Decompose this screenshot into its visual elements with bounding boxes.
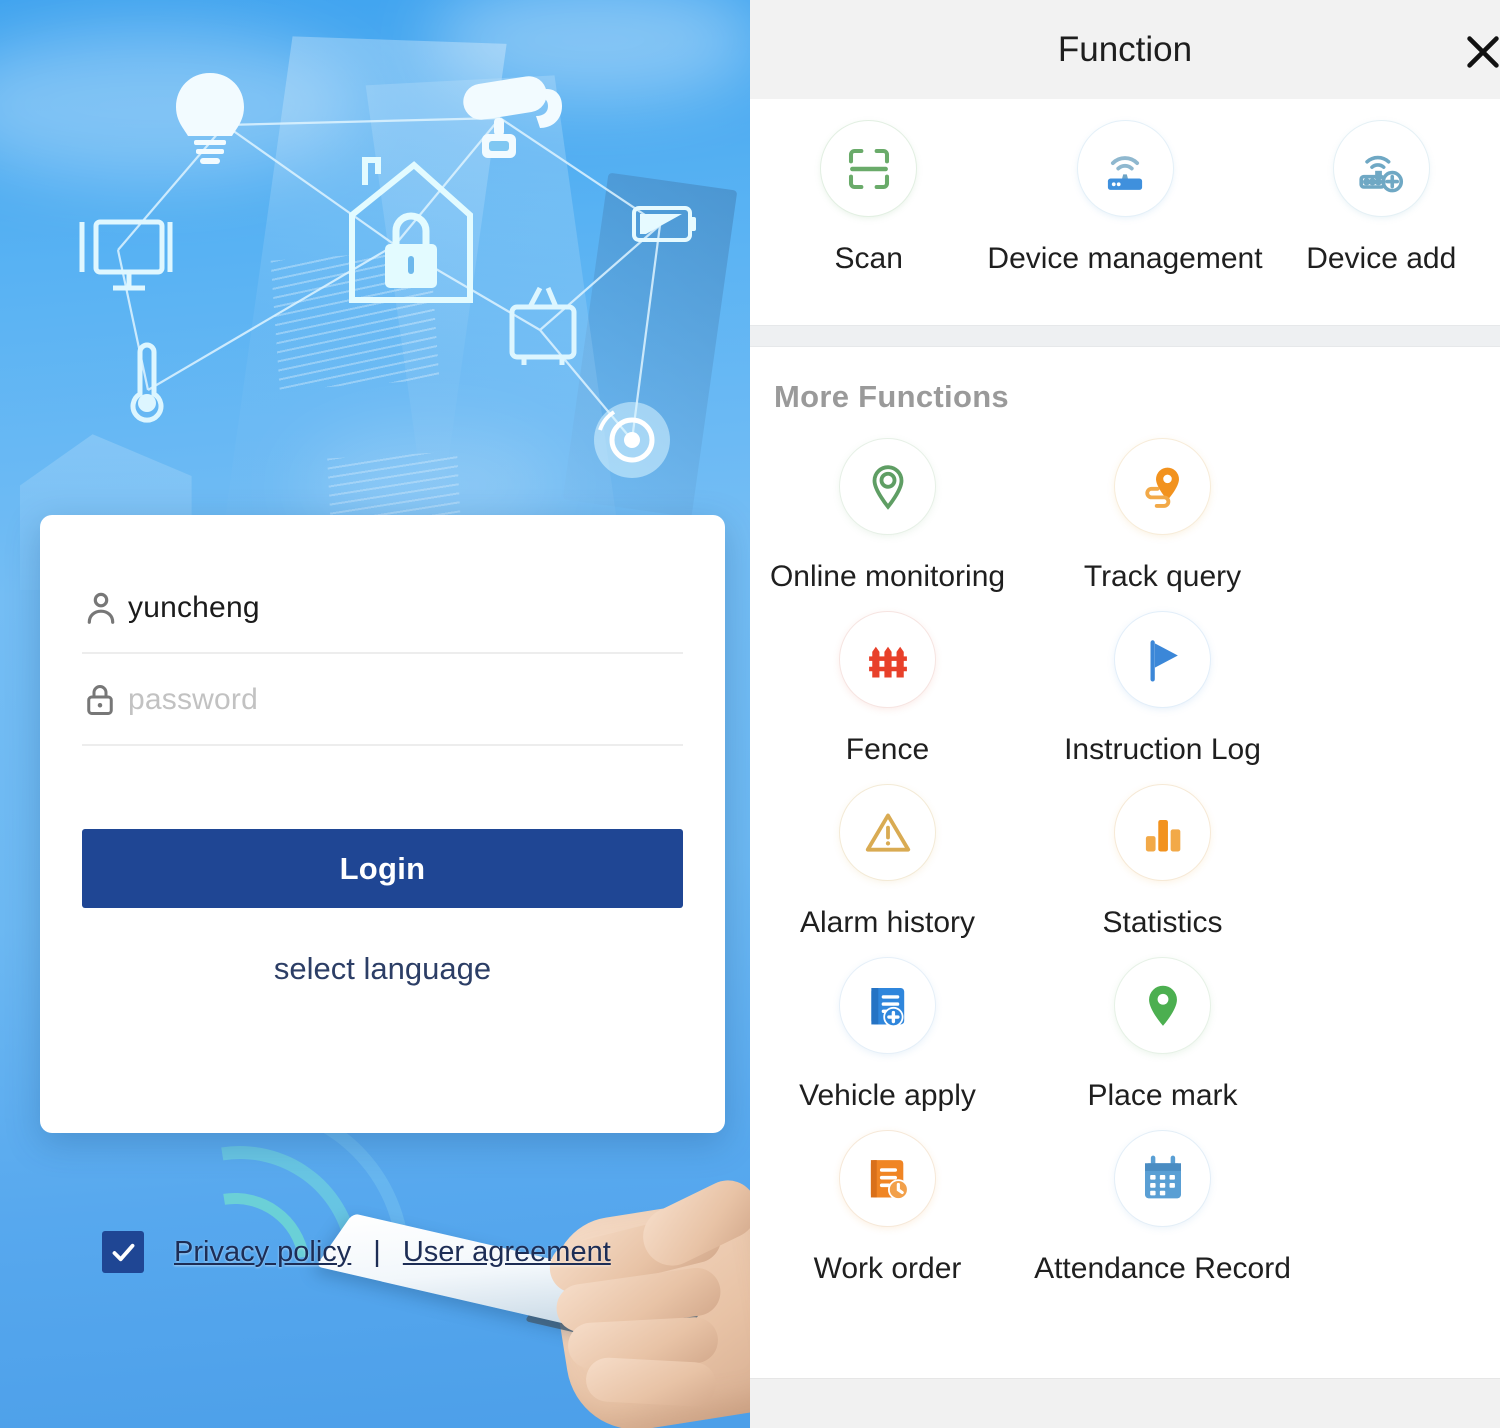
check-icon bbox=[112, 1243, 134, 1261]
work-order-icon bbox=[870, 1159, 909, 1200]
function-item-vehicle-apply[interactable]: Vehicle apply bbox=[750, 958, 1025, 1113]
password-placeholder: password bbox=[128, 683, 258, 716]
bar-chart-icon-circle bbox=[1115, 785, 1210, 880]
map-marker-icon bbox=[1148, 985, 1177, 1026]
flag-icon bbox=[1150, 639, 1178, 681]
username-value: yuncheng bbox=[128, 591, 260, 624]
calendar-icon-circle bbox=[1115, 1131, 1210, 1226]
smart-home-network bbox=[79, 73, 696, 478]
lightbulb-icon bbox=[176, 73, 244, 164]
vehicle-apply-icon bbox=[870, 987, 904, 1027]
agreement-checkbox[interactable] bbox=[102, 1231, 144, 1273]
function-item-work-order[interactable]: Work order bbox=[750, 1131, 1025, 1286]
function-label: Attendance Record bbox=[1034, 1252, 1291, 1285]
link-separator: | bbox=[373, 1235, 381, 1268]
select-language-link[interactable]: select language bbox=[82, 951, 683, 987]
router-wifi-icon bbox=[1107, 155, 1143, 190]
function-item-track-query[interactable]: Track query bbox=[1025, 439, 1300, 594]
location-pin-outline-icon-circle bbox=[840, 439, 935, 534]
function-item-scan[interactable]: Scan bbox=[750, 121, 988, 276]
agreement-row: Privacy policy | User agreement bbox=[102, 1231, 611, 1273]
function-panel: Function Scan Device management Device a… bbox=[750, 0, 1500, 1428]
cctv-camera-icon bbox=[463, 76, 562, 158]
scan-icon bbox=[848, 148, 889, 189]
function-item-statistics[interactable]: Statistics bbox=[1025, 785, 1300, 940]
thermometer-bulb bbox=[138, 394, 156, 412]
warning-triangle-icon bbox=[865, 813, 910, 852]
router-add-icon-circle bbox=[1333, 121, 1429, 216]
flag-icon-circle bbox=[1115, 612, 1210, 707]
function-label: Fence bbox=[845, 733, 930, 766]
vehicle-apply-icon-circle bbox=[840, 958, 935, 1053]
panel-footer-bar bbox=[750, 1378, 1500, 1428]
function-label: Statistics bbox=[1102, 906, 1223, 939]
function-label: Alarm history bbox=[799, 906, 976, 939]
more-functions-heading: More Functions bbox=[774, 379, 1009, 414]
fence-icon-circle bbox=[840, 612, 935, 707]
login-screen: yuncheng password Login select language bbox=[0, 0, 750, 1428]
function-label: Place mark bbox=[1087, 1079, 1238, 1112]
function-item-fence[interactable]: Fence bbox=[750, 612, 1025, 767]
fence-icon bbox=[868, 646, 907, 678]
router-add-icon bbox=[1359, 155, 1404, 192]
bar-chart-icon bbox=[1145, 819, 1180, 851]
scan-icon-circle bbox=[821, 121, 917, 216]
password-field[interactable]: password bbox=[82, 654, 683, 746]
person-icon bbox=[82, 588, 128, 628]
function-item-online-monitoring[interactable]: Online monitoring bbox=[750, 439, 1025, 594]
user-agreement-link[interactable]: User agreement bbox=[403, 1236, 611, 1269]
function-label: Track query bbox=[1083, 560, 1242, 593]
monitor-icon bbox=[79, 219, 173, 291]
function-item-device-add[interactable]: Device add bbox=[1263, 121, 1500, 276]
login-button[interactable]: Login bbox=[82, 829, 683, 908]
login-card: yuncheng password Login select language bbox=[40, 515, 725, 1133]
close-icon[interactable] bbox=[1460, 29, 1500, 75]
warning-triangle-icon-circle bbox=[840, 785, 935, 880]
function-item-place-mark[interactable]: Place mark bbox=[1025, 958, 1300, 1113]
function-label: Work order bbox=[813, 1252, 962, 1285]
router-wifi-icon-circle bbox=[1077, 121, 1173, 216]
motion-sensor-icon bbox=[594, 402, 670, 478]
function-item-instruction-log[interactable]: Instruction Log bbox=[1025, 612, 1300, 767]
hand-finger bbox=[584, 1356, 718, 1408]
function-label: Vehicle apply bbox=[799, 1079, 976, 1112]
function-label: Instruction Log bbox=[1064, 733, 1261, 766]
track-route-icon bbox=[1144, 467, 1179, 508]
function-label: Device add bbox=[1306, 242, 1457, 275]
function-label: Scan bbox=[834, 242, 903, 275]
location-pin-outline-icon bbox=[872, 464, 903, 510]
card-spacer bbox=[82, 746, 683, 829]
username-field[interactable]: yuncheng bbox=[82, 562, 683, 654]
function-item-attendance-record[interactable]: Attendance Record bbox=[1025, 1131, 1300, 1286]
map-marker-icon-circle bbox=[1115, 958, 1210, 1053]
track-route-icon-circle bbox=[1115, 439, 1210, 534]
function-panel-header: Function bbox=[750, 0, 1500, 99]
top-function-row: Scan Device management Device add bbox=[750, 99, 1500, 325]
function-item-device-management[interactable]: Device management bbox=[987, 121, 1263, 276]
page-title: Function bbox=[1057, 29, 1193, 69]
more-functions-grid: Online monitoring Track query Fence Inst… bbox=[750, 415, 1500, 1304]
calendar-icon bbox=[1144, 1155, 1181, 1198]
field-underline bbox=[82, 744, 683, 746]
section-divider bbox=[750, 325, 1500, 347]
function-label: Device management bbox=[987, 242, 1263, 275]
function-item-alarm-history[interactable]: Alarm history bbox=[750, 785, 1025, 940]
function-label: Online monitoring bbox=[769, 560, 1006, 593]
privacy-policy-link[interactable]: Privacy policy bbox=[174, 1236, 351, 1269]
work-order-icon-circle bbox=[840, 1131, 935, 1226]
lock-icon bbox=[82, 680, 128, 720]
